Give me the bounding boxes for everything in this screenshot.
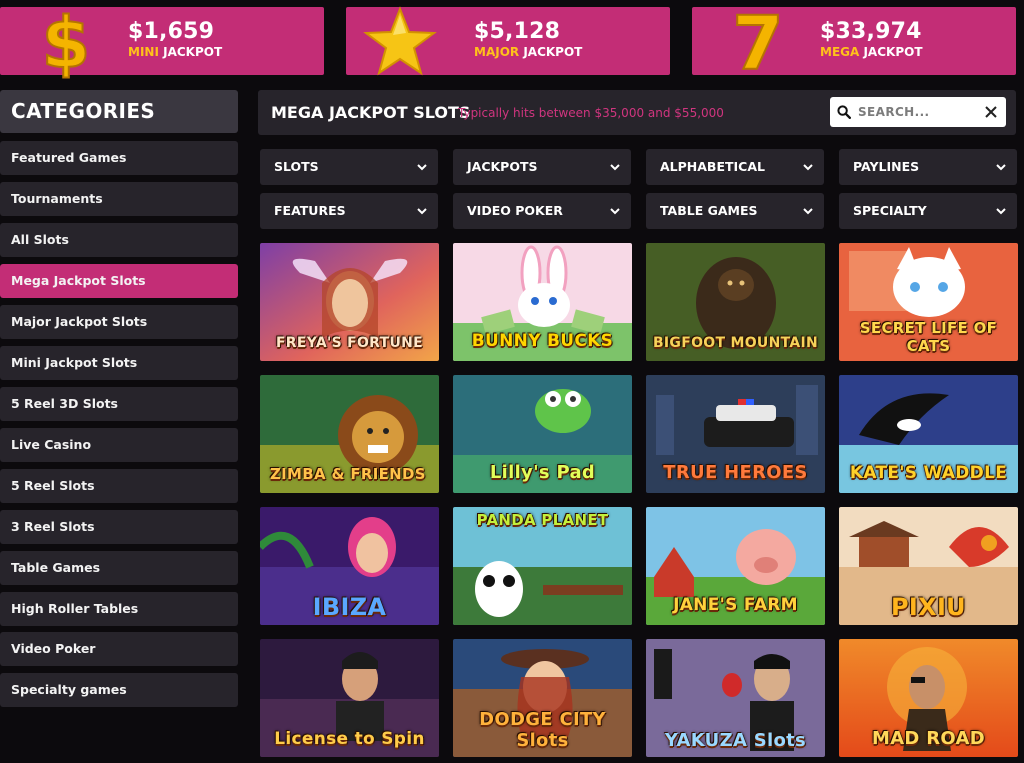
game-tile-license-to-spin[interactable]: License to Spin xyxy=(260,639,439,757)
sidebar-item-mini-jackpot-slots[interactable]: Mini Jackpot Slots xyxy=(0,346,238,380)
game-tile-mad-road[interactable]: MAD ROAD xyxy=(839,639,1018,757)
filter-label: SPECIALTY xyxy=(853,203,927,218)
svg-text:$: $ xyxy=(42,3,91,79)
clear-search-icon[interactable] xyxy=(982,103,1000,121)
game-tile-bunny-bucks[interactable]: BUNNY BUCKS xyxy=(453,243,632,361)
game-title: IBIZA xyxy=(312,593,387,621)
filter-label: TABLE GAMES xyxy=(660,203,758,218)
game-tile-kates-waddle[interactable]: KATE'S WADDLE xyxy=(839,375,1018,493)
filter-jackpots-dropdown[interactable]: JACKPOTS xyxy=(453,149,631,185)
mini-jackpot-banner: $ $1,659 MINI JACKPOT xyxy=(0,3,324,79)
dollar-sign-icon: $ xyxy=(26,3,106,79)
sidebar-item-specialty-games[interactable]: Specialty games xyxy=(0,673,238,707)
filter-table-games-dropdown[interactable]: TABLE GAMES xyxy=(646,193,824,229)
jackpot-amount: $5,128 xyxy=(474,19,561,44)
game-title: Lilly's Pad xyxy=(489,462,596,483)
sidebar-item-live-casino[interactable]: Live Casino xyxy=(0,428,238,462)
game-title: ZIMBA & FRIENDS xyxy=(270,465,426,483)
filter-alphabetical-dropdown[interactable]: ALPHABETICAL xyxy=(646,149,824,185)
game-title: DODGE CITY Slots xyxy=(479,709,606,751)
filter-features-dropdown[interactable]: FEATURES xyxy=(260,193,438,229)
sidebar-item-5-reel-slots[interactable]: 5 Reel Slots xyxy=(0,469,238,503)
game-title: FREYA'S FORTUNE xyxy=(275,335,424,351)
game-tile-zimba-and-friends[interactable]: ZIMBA & FRIENDS xyxy=(260,375,439,493)
sidebar-item-3-reel-slots[interactable]: 3 Reel Slots xyxy=(0,510,238,544)
star-icon xyxy=(360,3,440,79)
jackpot-label: MEGA JACKPOT xyxy=(820,45,923,59)
categories-header: CATEGORIES xyxy=(0,90,238,133)
game-tile-dodge-city[interactable]: DODGE CITY Slots xyxy=(453,639,632,757)
game-tile-freyas-fortune[interactable]: FREYA'S FORTUNE xyxy=(260,243,439,361)
game-title: PANDA PLANET xyxy=(476,511,609,529)
game-tile-true-heroes[interactable]: TRUE HEROES xyxy=(646,375,825,493)
search-box xyxy=(830,97,1006,127)
jackpot-amount: $1,659 xyxy=(128,19,215,44)
game-tile-bigfoot-mountain[interactable]: BIGFOOT MOUNTAIN xyxy=(646,243,825,361)
game-tile-secret-life-of-cats[interactable]: SECRET LIFE OF CATS xyxy=(839,243,1018,361)
sidebar-item-featured-games[interactable]: Featured Games xyxy=(0,141,238,175)
filter-label: ALPHABETICAL xyxy=(660,159,765,174)
chevron-down-icon xyxy=(417,164,427,171)
sidebar-item-5-reel-3d-slots[interactable]: 5 Reel 3D Slots xyxy=(0,387,238,421)
search-icon xyxy=(830,97,858,127)
sidebar-item-major-jackpot-slots[interactable]: Major Jackpot Slots xyxy=(0,305,238,339)
sidebar-item-all-slots[interactable]: All Slots xyxy=(0,223,238,257)
game-title: License to Spin xyxy=(274,729,425,749)
filter-label: JACKPOTS xyxy=(467,159,538,174)
game-tile-janes-farm[interactable]: JANE'S FARM xyxy=(646,507,825,625)
game-title: TRUE HEROES xyxy=(663,462,808,483)
jackpot-amount: $33,974 xyxy=(820,19,922,44)
chevron-down-icon xyxy=(417,208,427,215)
filter-label: VIDEO POKER xyxy=(467,203,563,218)
sidebar-item-video-poker[interactable]: Video Poker xyxy=(0,632,238,666)
game-tile-yakuza[interactable]: YAKUZA Slots xyxy=(646,639,825,757)
game-title: SECRET LIFE OF CATS xyxy=(859,319,998,355)
filter-label: PAYLINES xyxy=(853,159,920,174)
jackpot-label: MINI JACKPOT xyxy=(128,45,223,59)
filter-label: SLOTS xyxy=(274,159,319,174)
mega-jackpot-banner: 7 $33,974 MEGA JACKPOT xyxy=(692,3,1016,79)
seven-icon: 7 xyxy=(718,3,798,79)
game-title: PIXIU xyxy=(891,593,966,621)
game-tile-panda-planet[interactable]: PANDA PLANET xyxy=(453,507,632,625)
filter-specialty-dropdown[interactable]: SPECIALTY xyxy=(839,193,1017,229)
major-jackpot-banner: $5,128 MAJOR JACKPOT xyxy=(346,6,670,76)
sidebar-item-table-games[interactable]: Table Games xyxy=(0,551,238,585)
filter-slots-dropdown[interactable]: SLOTS xyxy=(260,149,438,185)
filter-video-poker-dropdown[interactable]: VIDEO POKER xyxy=(453,193,631,229)
game-title: BIGFOOT MOUNTAIN xyxy=(652,335,819,351)
jackpot-range-subtitle: Typically hits between $35,000 and $55,0… xyxy=(458,106,724,120)
chevron-down-icon xyxy=(610,208,620,215)
game-tile-ibiza[interactable]: IBIZA xyxy=(260,507,439,625)
game-title: KATE'S WADDLE xyxy=(849,463,1008,483)
game-title: MAD ROAD xyxy=(871,728,985,749)
chevron-down-icon xyxy=(610,164,620,171)
sidebar-item-tournaments[interactable]: Tournaments xyxy=(0,182,238,216)
filter-label: FEATURES xyxy=(274,203,346,218)
game-title: BUNNY BUCKS xyxy=(471,331,614,351)
jackpot-bar: $ $1,659 MINI JACKPOT $5,128 MAJOR JACKP… xyxy=(0,0,1024,80)
jackpot-label: MAJOR JACKPOT xyxy=(474,45,583,59)
game-tile-lillys-pad[interactable]: Lilly's Pad xyxy=(453,375,632,493)
page-title: MEGA JACKPOT SLOTS xyxy=(271,103,471,122)
chevron-down-icon xyxy=(996,208,1006,215)
svg-text:7: 7 xyxy=(732,3,784,79)
game-title: YAKUZA Slots xyxy=(664,730,807,751)
section-header: MEGA JACKPOT SLOTS Typically hits betwee… xyxy=(258,90,1016,135)
search-input[interactable] xyxy=(858,98,976,126)
chevron-down-icon xyxy=(803,164,813,171)
game-tile-pixiu[interactable]: PIXIU xyxy=(839,507,1018,625)
chevron-down-icon xyxy=(996,164,1006,171)
sidebar-item-high-roller-tables[interactable]: High Roller Tables xyxy=(0,592,238,626)
filter-paylines-dropdown[interactable]: PAYLINES xyxy=(839,149,1017,185)
sidebar-item-mega-jackpot-slots[interactable]: Mega Jackpot Slots xyxy=(0,264,238,298)
game-title: JANE'S FARM xyxy=(673,595,798,615)
chevron-down-icon xyxy=(803,208,813,215)
